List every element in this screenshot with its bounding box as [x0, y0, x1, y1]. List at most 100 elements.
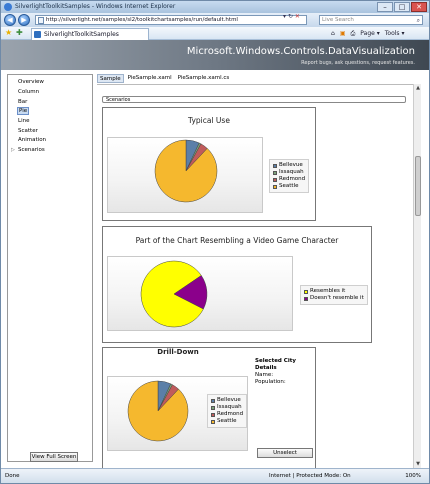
command-bar: ★ ✚ SilverlightToolkitSamples ⌂ ▣ ⎙ Page…: [1, 27, 429, 40]
expand-arrow-icon[interactable]: ▷: [11, 147, 15, 153]
drilldown-panel: Drill-Down Bellevue Issaquah Redmond Seattl…: [102, 347, 316, 468]
typical-use-panel: Typical Use Bellevue Issaquah Redmond Seatt…: [102, 107, 316, 221]
address-row: ◀ ▶ http://silverlight.net/samples/sl2/t…: [1, 13, 429, 27]
sidebar-item-overview[interactable]: Overview: [18, 79, 44, 85]
legend-item: Redmond: [211, 411, 243, 418]
legend-label: Redmond: [279, 176, 306, 182]
ie-logo-icon: [4, 3, 12, 11]
banner-title: Microsoft.Windows.Controls.DataVisualiza…: [186, 46, 415, 57]
pacman-plot-area: [107, 256, 293, 331]
favorites-star-icon[interactable]: ★: [5, 29, 12, 37]
page-content: Microsoft.Windows.Controls.DataVisualiza…: [1, 40, 429, 468]
page-icon: [38, 17, 44, 24]
pie-slice-seattle[interactable]: [154, 139, 218, 203]
tools-menu[interactable]: Tools ▾: [385, 30, 405, 38]
legend-item: Doesn't resemble it: [304, 295, 364, 302]
title-bar: SilverlightToolkitSamples - Windows Inte…: [1, 1, 429, 13]
tab-label: SilverlightToolkitSamples: [44, 31, 119, 38]
scroll-thumb[interactable]: [415, 156, 421, 216]
feeds-icon[interactable]: ▣: [340, 30, 346, 38]
tab-sample[interactable]: Sample: [97, 74, 124, 83]
legend-item: Seattle: [211, 418, 243, 425]
legend-swatch: [211, 412, 215, 417]
pacman-pie-chart[interactable]: [108, 257, 294, 332]
sidebar-item-scatter[interactable]: Scatter: [18, 128, 38, 134]
tools-menu-label: Tools: [384, 30, 400, 37]
page-menu-label: Page: [360, 30, 375, 37]
legend-item: Redmond: [273, 176, 305, 183]
pie-slice-seattle[interactable]: [127, 380, 189, 442]
scroll-up-icon[interactable]: ▲: [414, 84, 422, 92]
pacman-title: Part of the Chart Resembling a Video Gam…: [135, 236, 339, 245]
browser-tab[interactable]: SilverlightToolkitSamples: [31, 28, 149, 40]
dropdown-icon[interactable]: ▾: [283, 13, 286, 20]
drilldown-title: Drill-Down: [157, 348, 199, 356]
page-menu[interactable]: Page ▾: [360, 30, 379, 38]
back-button[interactable]: ◀: [4, 14, 16, 26]
address-bar[interactable]: http://silverlight.net/samples/sl2/toolk…: [35, 15, 307, 25]
legend-label: Issaquah: [217, 404, 242, 410]
legend-label: Seattle: [279, 183, 299, 189]
add-favorites-icon[interactable]: ✚: [16, 29, 23, 37]
view-full-screen-button[interactable]: View Full Screen: [30, 452, 78, 462]
legend-item: Bellevue: [211, 397, 243, 404]
city-details: Selected City Details Name: Population:: [255, 358, 315, 386]
legend-swatch: [273, 184, 277, 189]
sample-nav: Overview Column Bar Pie Line Scatter Ani…: [7, 74, 93, 462]
window-title: SilverlightToolkitSamples - Windows Inte…: [15, 3, 176, 10]
tab-page-icon: [34, 31, 41, 38]
vertical-scrollbar[interactable]: ▲ ▼: [413, 84, 421, 468]
refresh-icon[interactable]: ↻: [288, 13, 293, 20]
security-zone: Internet | Protected Mode: On: [269, 473, 351, 479]
sidebar-item-animation[interactable]: Animation: [18, 137, 46, 143]
city-name-label: Name:: [255, 372, 274, 378]
sidebar-item-pie[interactable]: Pie: [16, 107, 30, 115]
typical-use-title: Typical Use: [188, 116, 230, 125]
close-button[interactable]: ✕: [411, 2, 427, 12]
banner-subtitle[interactable]: Report bugs, ask questions, request feat…: [301, 60, 415, 66]
print-icon[interactable]: ⎙: [350, 30, 355, 38]
sidebar-item-bar[interactable]: Bar: [18, 99, 27, 105]
typical-pie-chart[interactable]: [108, 138, 264, 214]
status-text: Done: [5, 473, 20, 479]
scenarios-label: Scenarios: [106, 97, 131, 103]
legend-item: Bellevue: [273, 162, 305, 169]
browser-window: SilverlightToolkitSamples - Windows Inte…: [0, 0, 430, 484]
header-banner: Microsoft.Windows.Controls.DataVisualiza…: [1, 40, 429, 70]
zoom-level[interactable]: 100%: [405, 473, 421, 479]
source-tabs: Sample PieSample.xaml PieSample.xaml.cs: [97, 74, 231, 83]
legend-item: Seattle: [273, 183, 305, 190]
legend-swatch: [211, 419, 215, 424]
pacman-panel: Part of the Chart Resembling a Video Gam…: [102, 226, 372, 343]
minimize-button[interactable]: –: [377, 2, 393, 12]
legend-swatch: [304, 296, 308, 301]
legend-label: Issaquah: [279, 169, 304, 175]
legend-swatch: [304, 289, 308, 294]
legend-label: Doesn't resemble it: [310, 295, 364, 301]
status-bar: Done Internet | Protected Mode: On 100%: [1, 468, 429, 483]
sample-content: Scenarios Typical Use Bellevue Issaquah Re…: [97, 84, 413, 468]
tab-pie-xaml[interactable]: PieSample.xaml: [126, 74, 174, 83]
pacman-legend: Resembles it Doesn't resemble it: [300, 285, 368, 305]
address-text: http://silverlight.net/samples/sl2/toolk…: [46, 17, 238, 23]
forward-button[interactable]: ▶: [18, 14, 30, 26]
home-icon[interactable]: ⌂: [331, 30, 335, 38]
scroll-down-icon[interactable]: ▼: [414, 460, 422, 468]
search-icon[interactable]: ⌕: [417, 17, 420, 25]
typical-legend: Bellevue Issaquah Redmond Seattle: [269, 159, 310, 193]
maximize-button[interactable]: □: [394, 2, 410, 12]
scenarios-dropdown[interactable]: Scenarios: [102, 96, 406, 103]
city-details-heading: Selected City Details: [255, 358, 296, 371]
sidebar-item-line[interactable]: Line: [18, 118, 29, 124]
legend-label: Bellevue: [279, 162, 303, 168]
sidebar-item-column[interactable]: Column: [18, 89, 39, 95]
tab-pie-cs[interactable]: PieSample.xaml.cs: [176, 74, 232, 83]
sidebar-item-scenarios[interactable]: Scenarios: [18, 147, 45, 153]
stop-icon[interactable]: ✕: [295, 13, 300, 20]
search-placeholder: Live Search: [322, 17, 354, 23]
legend-label: Redmond: [217, 411, 244, 417]
search-input[interactable]: Live Search ⌕: [319, 15, 423, 25]
unselect-button[interactable]: Unselect: [257, 448, 313, 458]
legend-swatch: [273, 163, 277, 168]
legend-swatch: [211, 405, 215, 410]
